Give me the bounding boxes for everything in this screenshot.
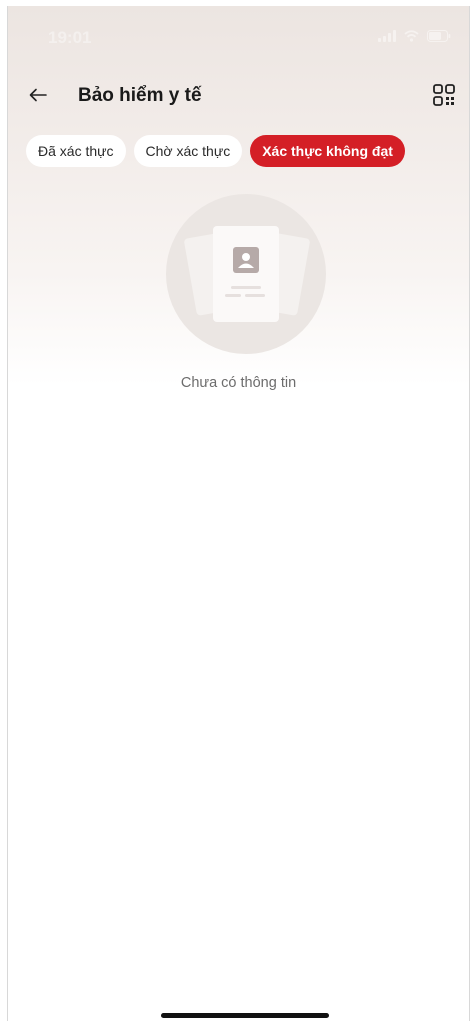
qr-scan-button[interactable] — [429, 82, 459, 112]
signal-icon — [378, 30, 396, 42]
status-icons — [378, 30, 451, 42]
tab-failed[interactable]: Xác thực không đạt — [250, 135, 405, 167]
tab-verified[interactable]: Đã xác thực — [26, 135, 126, 167]
empty-state-message: Chưa có thông tin — [180, 375, 297, 391]
status-time: 19:01 — [48, 28, 92, 47]
id-card-icon — [166, 194, 326, 354]
tab-bar: Đã xác thực Chờ xác thực Xác thực không … — [26, 135, 405, 167]
status-bar: 19:01 — [8, 6, 469, 70]
wifi-icon — [404, 30, 419, 42]
arrow-left-icon — [29, 88, 47, 107]
app-screen: 19:01 Bảo hiểm y tế Đã xác thực Chờ xác … — [7, 6, 470, 1021]
tab-pending[interactable]: Chờ xác thực — [133, 135, 243, 167]
page-title: Bảo hiểm y tế — [78, 85, 202, 106]
app-header: Bảo hiểm y tế — [8, 72, 469, 124]
qr-code-icon — [432, 83, 456, 112]
battery-icon — [427, 30, 451, 42]
back-button[interactable] — [22, 81, 54, 113]
home-indicator — [161, 1013, 329, 1018]
